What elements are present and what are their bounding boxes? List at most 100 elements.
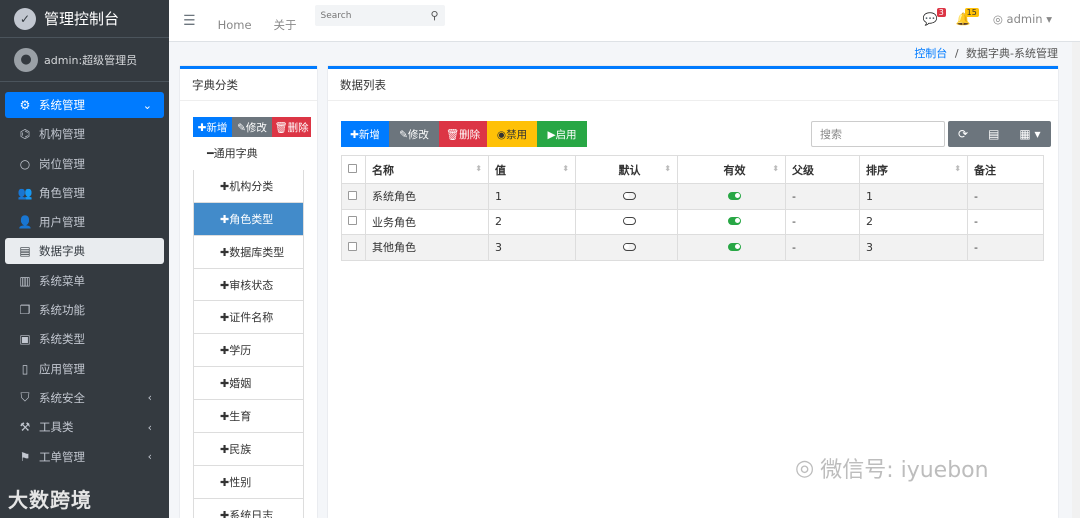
columns-icon[interactable]: ▦ ▾ (1009, 121, 1050, 147)
sidebar-item-tools[interactable]: ⚒ 工具类 ‹ (5, 414, 164, 440)
nav-home-link[interactable]: Home (218, 18, 252, 32)
sidebar-item-system[interactable]: ⚙ 系统管理 ⌄ (5, 92, 164, 118)
row-checkbox[interactable] (348, 216, 357, 226)
breadcrumb: 控制台 / 数据字典-系统管理 (914, 45, 1058, 61)
refresh-icon[interactable]: ⟳ (948, 121, 978, 147)
table-search-input[interactable] (820, 127, 930, 141)
messages-button[interactable]: 💬 3 (923, 8, 946, 26)
sidebar-item-app[interactable]: ▯ 应用管理 (5, 356, 164, 382)
sidebar-item-post[interactable]: ○ 岗位管理 (5, 151, 164, 177)
tree-node[interactable]: ✚机构分类 (193, 169, 304, 203)
select-all-header (341, 155, 366, 184)
column-header-parent[interactable]: 父级 (785, 155, 860, 184)
breadcrumb-home[interactable]: 控制台 (914, 47, 947, 60)
navbar-right: 💬 3 🔔 15 ◎ admin ▾ (905, 8, 1052, 26)
shield-icon: ⛉ (20, 390, 30, 405)
default-toggle-icon[interactable] (623, 242, 636, 251)
select-all-checkbox[interactable] (348, 164, 357, 173)
sort-icon: ⬍ (664, 164, 671, 173)
data-list-title: 数据列表 (328, 69, 1058, 101)
user-circle-icon: ◎ (992, 12, 1003, 26)
column-header-name[interactable]: 名称 ⬍ (365, 155, 489, 184)
briefcase-icon: ▣ (19, 332, 31, 347)
tree-node[interactable]: ✚学历 (193, 334, 304, 368)
sidebar-item-type[interactable]: ▣ 系统类型 (5, 326, 164, 352)
column-header-valid[interactable]: 有效 ⬍ (677, 155, 786, 184)
category-tree: ━通用字典 ✚机构分类 ✚角色类型 ✚数据库类型 ✚审核状态 ✚证件名称 ✚学历… (193, 137, 304, 518)
cell-name: 系统角色 (365, 183, 489, 210)
sort-icon: ⬍ (954, 164, 961, 173)
tree-node[interactable]: ✚生育 (193, 400, 304, 434)
disable-button[interactable]: ◉禁用 (487, 121, 537, 147)
sidebar-item-user[interactable]: 👤 用户管理 (5, 209, 164, 235)
table-header-row: 名称 ⬍ 值 ⬍ 默认 ⬍ 有效 ⬍ 父级 排序 ⬍ 备注 (341, 155, 1044, 184)
sidebar-item-menu[interactable]: ▥ 系统菜单 (5, 268, 164, 294)
cell-order: 1 (859, 183, 968, 210)
sidebar-item-dictionary[interactable]: ▤ 数据字典 (5, 238, 164, 265)
valid-toggle-icon[interactable] (728, 191, 741, 200)
category-edit-button[interactable]: ✎修改 (232, 117, 272, 137)
table-row[interactable]: 业务角色 2-2- (341, 208, 1044, 235)
column-header-value[interactable]: 值 ⬍ (488, 155, 576, 184)
row-checkbox[interactable] (348, 190, 357, 200)
table-row[interactable]: 系统角色 1-1- (341, 183, 1044, 210)
search-icon[interactable]: ⚲ (430, 9, 438, 22)
tree-node[interactable]: ✚系统日志 (193, 498, 304, 518)
cell-default (575, 234, 678, 261)
category-title: 字典分类 (180, 69, 317, 101)
table-body: 系统角色 1-1- 业务角色 2-2- 其他角色 3-3- (341, 183, 1044, 261)
column-label: 有效 (723, 163, 746, 177)
valid-toggle-icon[interactable] (728, 242, 741, 251)
tree-node[interactable]: ✚性别 (193, 465, 304, 499)
column-header-default[interactable]: 默认 ⬍ (575, 155, 678, 184)
data-list-card: 数据列表 ✚新增 ✎修改 🗑删除 ◉禁用 ▶启用 ⟳ ▤ ▦ ▾ 名称⬍ 值⬍ … (328, 66, 1058, 518)
category-add-button[interactable]: ✚新增 (193, 117, 232, 137)
sidebar-item-workorder[interactable]: ⚑ 工单管理 ‹ (5, 444, 164, 470)
cell-remark: - (967, 208, 1044, 235)
default-toggle-icon[interactable] (623, 191, 636, 200)
list-view-icon[interactable]: ▤ (978, 121, 1009, 147)
user-name: admin:超级管理员 (44, 53, 138, 67)
user-panel[interactable]: ● admin:超级管理员 (0, 38, 169, 82)
add-button[interactable]: ✚新增 (341, 121, 389, 147)
column-header-remark[interactable]: 备注 (967, 155, 1044, 184)
category-delete-button[interactable]: 🗑删除 (272, 117, 311, 137)
tree-node-root[interactable]: ━通用字典 (193, 137, 304, 170)
sidebar-item-role[interactable]: 👥 角色管理 (5, 180, 164, 206)
edit-button[interactable]: ✎修改 (389, 121, 439, 147)
column-header-order[interactable]: 排序 ⬍ (859, 155, 968, 184)
tree-node[interactable]: ✚婚姻 (193, 367, 304, 401)
nav-about-link[interactable]: 关于 (274, 17, 297, 33)
avatar: ● (14, 47, 38, 72)
brand[interactable]: ✓ 管理控制台 (0, 0, 169, 38)
tree-node-selected[interactable]: ✚角色类型 (193, 202, 304, 236)
hamburger-icon[interactable]: ☰ (183, 13, 196, 29)
sidebar-item-label: 工具类 (39, 420, 74, 435)
sidebar-item-label: 角色管理 (39, 185, 85, 200)
top-search-input[interactable] (320, 10, 421, 21)
tree-node[interactable]: ✚审核状态 (193, 268, 304, 302)
dictionary-category-card: 字典分类 ✚新增 ✎修改 🗑删除 ━通用字典 ✚机构分类 ✚角色类型 ✚数据库类… (180, 66, 317, 518)
sidebar-item-function[interactable]: ❐ 系统功能 (5, 297, 164, 323)
valid-toggle-icon[interactable] (728, 217, 741, 226)
notifications-button[interactable]: 🔔 15 (956, 8, 979, 26)
enable-button[interactable]: ▶启用 (537, 121, 587, 147)
tree-node[interactable]: ✚数据库类型 (193, 235, 304, 269)
row-checkbox[interactable] (348, 241, 357, 251)
sidebar-item-security[interactable]: ⛉ 系统安全 ‹ (5, 385, 164, 411)
delete-button[interactable]: 🗑删除 (439, 121, 487, 147)
sidebar-item-label: 用户管理 (39, 215, 85, 230)
tree-node[interactable]: ✚证件名称 (193, 301, 304, 335)
watermark-right-text: 微信号: iyuebon (820, 458, 989, 483)
users-icon: 👤 (17, 215, 33, 230)
breadcrumb-current: 数据字典-系统管理 (966, 47, 1058, 60)
page-scrollbar[interactable] (1072, 42, 1080, 518)
admin-menu[interactable]: ◎ admin ▾ (993, 12, 1052, 26)
default-toggle-icon[interactable] (623, 217, 636, 226)
watermark-left: 大数跨境 (8, 488, 92, 512)
cell-valid (677, 208, 786, 235)
data-list-toolbar: ✚新增 ✎修改 🗑删除 ◉禁用 ▶启用 (341, 121, 587, 147)
sidebar-item-org[interactable]: ⌬ 机构管理 (5, 121, 164, 147)
table-row[interactable]: 其他角色 3-3- (341, 234, 1044, 261)
tree-node[interactable]: ✚民族 (193, 433, 304, 466)
